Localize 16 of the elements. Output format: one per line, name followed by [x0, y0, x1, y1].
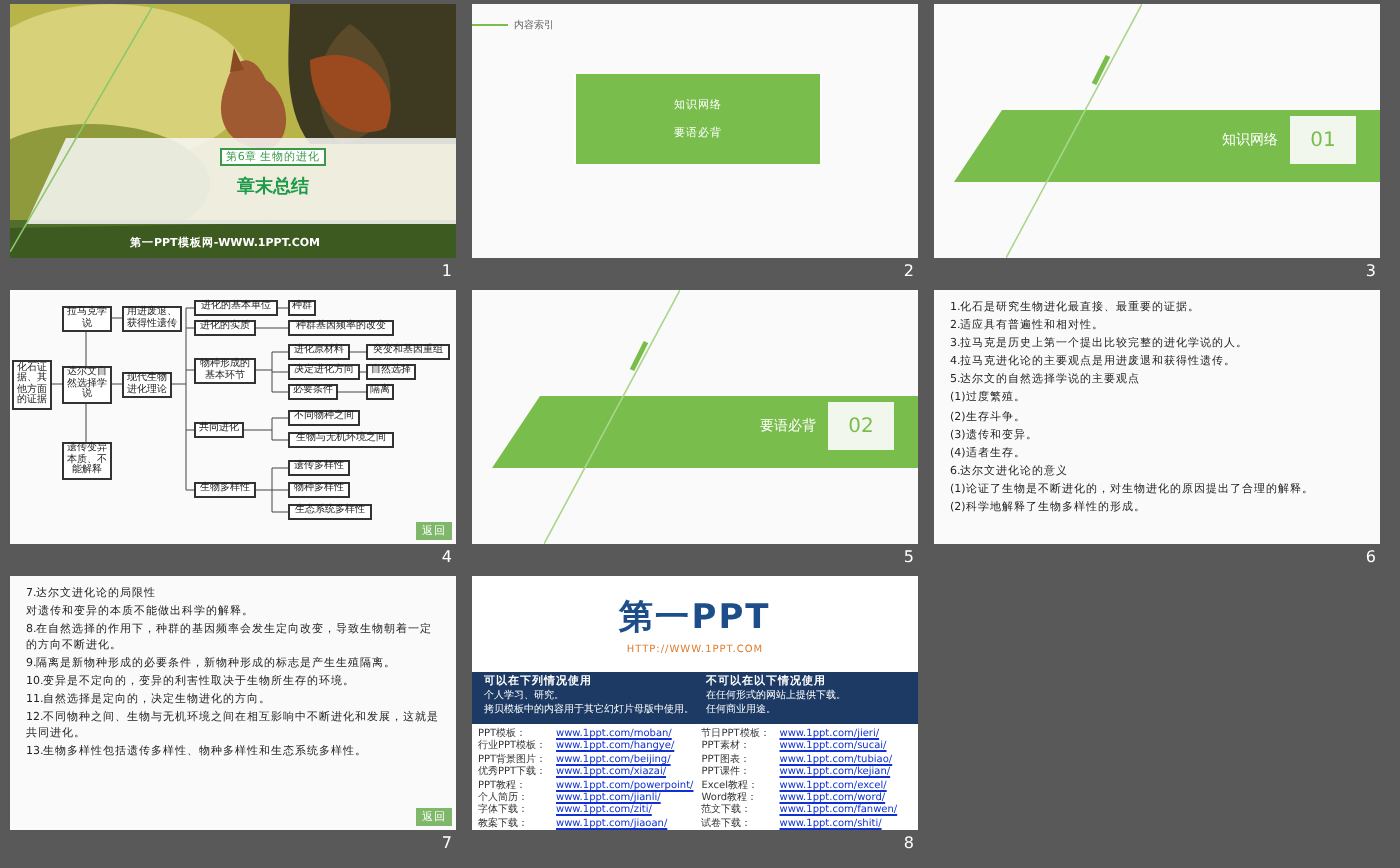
slide-number: 1 [441, 260, 454, 284]
slide-number: 5 [903, 546, 916, 570]
slide-number: 8 [903, 832, 916, 856]
slide-number: 6 [1365, 546, 1378, 570]
section-number: 01 [1290, 116, 1356, 164]
slide-number: 4 [441, 546, 454, 570]
site-logo: 第一PPT [619, 595, 771, 639]
slide-number: 2 [903, 260, 916, 284]
heading-rule [472, 24, 508, 26]
slide-number: 7 [441, 832, 454, 856]
slide-number: 3 [1365, 260, 1378, 284]
section-number: 02 [828, 402, 894, 450]
slide-thumbnail[interactable] [934, 290, 1380, 544]
slide-thumbnail[interactable] [10, 576, 456, 830]
slide-title: 章末总结 [237, 174, 309, 200]
slide-thumbnail[interactable] [472, 576, 918, 830]
